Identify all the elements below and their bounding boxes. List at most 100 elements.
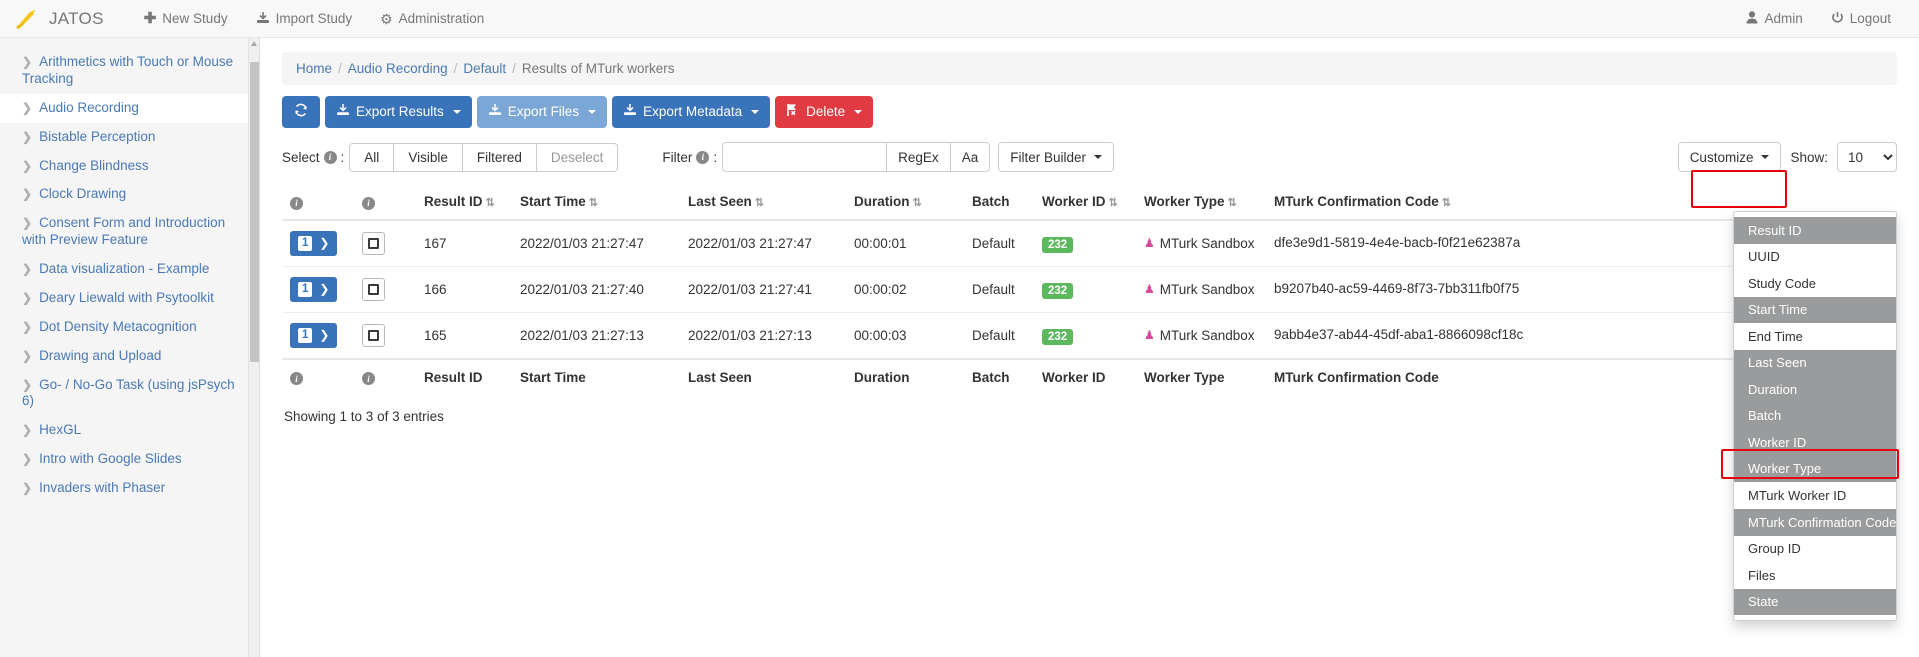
sidebar-scrollbar[interactable] [248,38,259,657]
filter-label: Filter [662,149,693,165]
refresh-button[interactable] [282,96,320,129]
sidebar-item-deary-liewald-with-psytoolkit[interactable]: ❯ Deary Liewald with Psytoolkit [0,284,259,313]
row-checkbox[interactable] [362,231,385,255]
sidebar-item-clock-drawing[interactable]: ❯ Clock Drawing [0,180,259,209]
table-row[interactable]: 1 ❯ 167 2022/01/03 21:27:47 2022/01/03 21:27… [282,220,1897,267]
cell-start-time: 2022/01/03 21:27:13 [520,327,644,343]
dropdown-item-mturk-confirmation-code[interactable]: MTurk Confirmation Code [1734,509,1896,536]
info-icon[interactable]: i [362,372,375,386]
select-all-button[interactable]: All [349,142,395,172]
nav-administration[interactable]: ⚙ Administration [366,0,498,38]
expand-row-button[interactable]: 1 ❯ [290,230,338,256]
table-header-last-seen[interactable]: Last Seen ⇅ [680,184,846,221]
info-icon[interactable]: i [290,196,303,210]
dropdown-item-mturk-worker-id[interactable]: MTurk Worker ID [1734,482,1896,509]
row-checkbox[interactable] [362,277,385,301]
sidebar-item-invaders-with-phaser[interactable]: ❯ Invaders with Phaser [0,474,259,503]
table-header-worker-id[interactable]: Worker ID ⇅ [1034,184,1136,221]
sidebar-item-data-visualization-example[interactable]: ❯ Data visualization - Example [0,255,259,284]
sidebar-item-audio-recording[interactable]: ❯ Audio Recording [0,93,259,123]
filter-input[interactable] [722,142,888,173]
sort-icon[interactable]: ⇅ [1109,197,1118,209]
dropdown-item-study-code[interactable]: Study Code [1734,270,1896,297]
export-results-button[interactable]: Export Results [325,96,472,129]
export-files-button[interactable]: Export Files [476,96,608,129]
regex-toggle-button[interactable]: RegEx [886,142,951,173]
nav-logout-label: Logout [1849,11,1891,26]
delete-button[interactable]: Delete [775,96,874,129]
sidebar-item-go-no-go-task-using-jspsych-6[interactable]: ❯ Go- / No-Go Task (using jsPsych 6) [0,371,259,417]
filter-builder-button[interactable]: Filter Builder [998,142,1114,173]
export-metadata-button[interactable]: Export Metadata [612,96,771,129]
breadcrumb-item-study[interactable]: Audio Recording [348,61,448,76]
brand[interactable]: JATOS [14,8,104,30]
info-icon[interactable]: i [696,150,710,164]
user-icon [1746,11,1758,26]
table-header-start-time[interactable]: Start Time ⇅ [512,184,680,221]
table-header-info: i [282,184,354,221]
breadcrumb-item-home[interactable]: Home [296,61,332,76]
row-checkbox[interactable] [362,323,385,347]
table-header-duration[interactable]: Duration ⇅ [846,184,964,221]
sidebar-item-arithmetics-with-touch-or-mouse-tracking[interactable]: ❯ Arithmetics with Touch or Mouse Trackin… [0,48,259,94]
info-icon[interactable]: i [290,372,303,386]
sidebar-item-drawing-and-upload[interactable]: ❯ Drawing and Upload [0,342,259,371]
nav-import-study[interactable]: Import Study [242,0,367,38]
sidebar-item-label: HexGL [39,422,82,438]
sidebar-item-hexgl[interactable]: ❯ HexGL [0,416,259,445]
table-footer-duration: Duration [846,357,964,396]
nav-admin[interactable]: Admin [1732,0,1816,38]
cell-worker-id: 232 [1034,266,1136,312]
breadcrumb-item-batch[interactable]: Default [463,61,506,76]
power-icon [1831,11,1844,26]
right-controls: Customize Show: 10 [1677,142,1897,173]
sort-icon[interactable]: ⇅ [913,197,922,209]
sort-icon[interactable]: ⇅ [1442,197,1451,209]
sidebar-item-intro-with-google-slides[interactable]: ❯ Intro with Google Slides [0,445,259,474]
info-icon[interactable]: i [323,150,337,164]
dropdown-item-batch[interactable]: Batch [1734,402,1896,430]
sidebar-item-dot-density-metacognition[interactable]: ❯ Dot Density Metacognition [0,313,259,342]
table-header-label: Batch [972,194,1010,210]
page-size-select[interactable]: 10 [1837,142,1897,173]
table-row[interactable]: 1 ❯ 166 2022/01/03 21:27:40 2022/01/03 21:27… [282,266,1897,313]
dropdown-item-uuid[interactable]: UUID [1734,244,1896,271]
expand-row-button[interactable]: 1 ❯ [290,322,338,348]
case-sensitive-toggle-button[interactable]: Aa [949,142,991,173]
scroll-up-arrow-icon[interactable] [251,41,257,46]
dropdown-item-duration[interactable]: Duration [1734,376,1896,403]
nav-logout[interactable]: Logout [1817,0,1905,38]
sort-icon[interactable]: ⇅ [486,197,495,209]
dropdown-item-worker-id[interactable]: Worker ID [1734,429,1896,456]
sidebar-item-change-blindness[interactable]: ❯ Change Blindness [0,152,259,181]
info-icon[interactable]: i [362,196,375,210]
dropdown-item-end-time[interactable]: End Time [1734,323,1896,350]
deselect-button[interactable]: Deselect [535,142,619,172]
refresh-icon [294,103,308,121]
dropdown-item-worker-type[interactable]: Worker Type [1734,455,1896,483]
export-icon [488,103,502,121]
sort-icon[interactable]: ⇅ [589,197,598,209]
jatos-logo-icon [14,8,40,30]
dropdown-item-files[interactable]: Files [1734,562,1896,589]
table-row[interactable]: 1 ❯ 165 2022/01/03 21:27:13 2022/01/03 21:27… [282,312,1897,359]
sidebar-item-consent-form-and-introduction-with-preview-feature[interactable]: ❯ Consent Form and Introduction with Prev… [0,209,259,255]
chevron-right-icon: ❯ [22,187,33,202]
customize-label: Customize [1689,149,1754,165]
dropdown-item-result-id[interactable]: Result ID [1734,217,1896,244]
expand-row-button[interactable]: 1 ❯ [290,276,338,302]
table-header-worker-type[interactable]: Worker Type ⇅ [1136,184,1266,221]
sort-icon[interactable]: ⇅ [755,197,764,209]
dropdown-item-last-seen[interactable]: Last Seen [1734,349,1896,377]
nav-new-study[interactable]: ✚ New Study [130,0,242,38]
select-visible-button[interactable]: Visible [393,142,463,172]
sidebar-item-bistable-perception[interactable]: ❯ Bistable Perception [0,123,259,152]
dropdown-item-state[interactable]: State [1734,588,1896,616]
sort-icon[interactable]: ⇅ [1228,197,1237,209]
dropdown-item-start-time[interactable]: Start Time [1734,296,1896,324]
table-header-result-id[interactable]: Result ID ⇅ [416,184,512,221]
select-filtered-button[interactable]: Filtered [461,142,537,172]
customize-button[interactable]: Customize [1677,142,1782,173]
scrollbar-thumb[interactable] [250,62,259,362]
dropdown-item-group-id[interactable]: Group ID [1734,536,1896,563]
